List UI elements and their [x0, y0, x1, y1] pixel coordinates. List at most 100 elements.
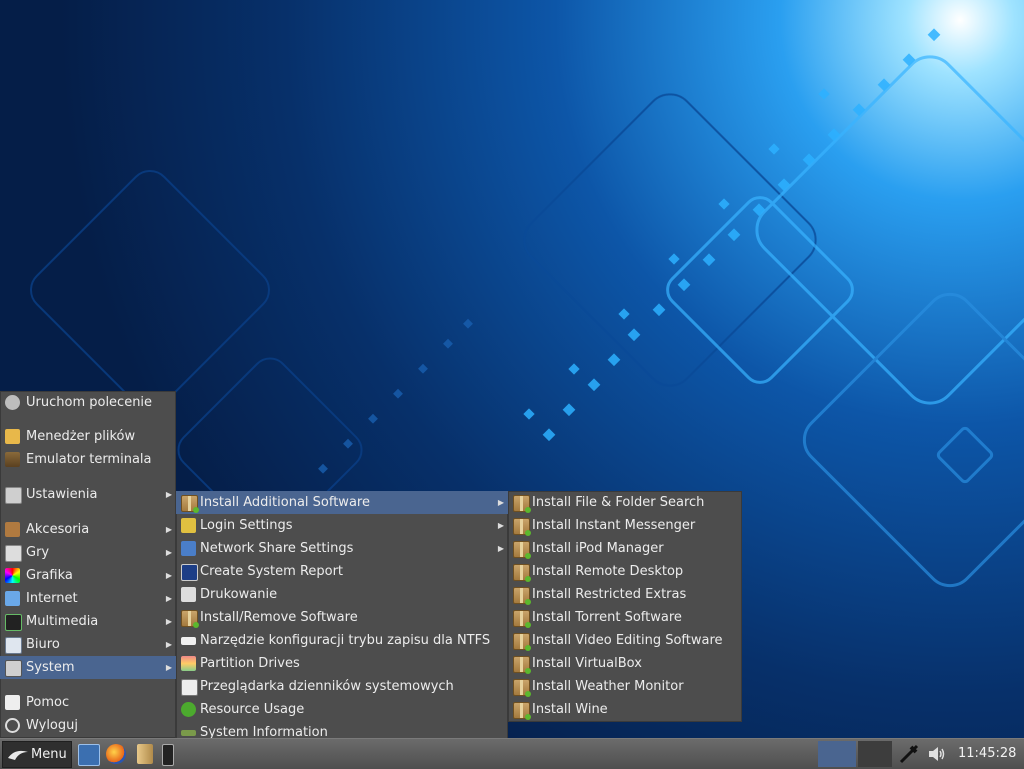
- submenu-arrow-icon: ▶: [165, 571, 172, 580]
- main-menu-item-label: Uruchom polecenie: [26, 395, 153, 410]
- system-menu-item-label: Przeglądarka dzienników systemowych: [200, 679, 454, 694]
- terminal-icon: [5, 452, 20, 467]
- main-menu-item[interactable]: System ▶: [0, 656, 176, 679]
- submenu-arrow-icon: ▶: [497, 521, 504, 530]
- system-menu-item[interactable]: Partition Drives: [176, 652, 508, 675]
- firefox-icon[interactable]: [106, 744, 126, 764]
- install-menu-item-label: Install Torrent Software: [532, 610, 682, 625]
- main-menu-item[interactable]: Ustawienia ▶: [0, 483, 176, 506]
- gear-icon: [5, 395, 20, 410]
- package-icon: [513, 518, 531, 536]
- main-menu-item[interactable]: Gry ▶: [0, 541, 176, 564]
- submenu-arrow-icon: ▶: [165, 525, 172, 534]
- main-menu-item[interactable]: Menedżer plików: [0, 425, 176, 448]
- system-menu-item-label: Drukowanie: [200, 587, 278, 602]
- install-menu-item[interactable]: Install Video Editing Software: [508, 629, 742, 652]
- install-menu-item[interactable]: Install Wine: [508, 698, 742, 721]
- install-menu-item[interactable]: Install Remote Desktop: [508, 560, 742, 583]
- main-menu-item[interactable]: Pomoc: [0, 691, 176, 714]
- printer-icon: [181, 587, 196, 602]
- submenu-arrow-icon: ▶: [165, 594, 172, 603]
- info-icon: [181, 702, 196, 717]
- submenu-arrow-icon: ▶: [165, 640, 172, 649]
- workspace-2[interactable]: [858, 741, 892, 767]
- install-menu-item[interactable]: Install File & Folder Search: [508, 491, 742, 514]
- install-menu-item[interactable]: Install Torrent Software: [508, 606, 742, 629]
- volume-icon[interactable]: [927, 744, 947, 764]
- submenu-arrow-icon: ▶: [165, 617, 172, 626]
- install-menu-item-label: Install Weather Monitor: [532, 679, 684, 694]
- system-menu-item[interactable]: Resource Usage: [176, 698, 508, 721]
- install-menu-item[interactable]: Install Restricted Extras: [508, 583, 742, 606]
- graphics-icon: [5, 568, 20, 583]
- main-menu-item[interactable]: Multimedia ▶: [0, 610, 176, 633]
- package-icon: [513, 587, 531, 605]
- system-menu-item-label: Resource Usage: [200, 702, 305, 717]
- menu-logo-icon: [8, 750, 28, 760]
- main-menu-item[interactable]: Grafika ▶: [0, 564, 176, 587]
- main-menu-item-label: Gry: [26, 545, 50, 560]
- main-menu-item[interactable]: Uruchom polecenie: [0, 391, 176, 414]
- show-desktop-icon[interactable]: [78, 744, 100, 766]
- package-icon: [513, 679, 531, 697]
- help-icon: [5, 695, 20, 710]
- files-icon[interactable]: [137, 744, 153, 764]
- main-menu-item[interactable]: Biuro ▶: [0, 633, 176, 656]
- monitor-icon: [181, 564, 198, 581]
- network-icon[interactable]: [898, 743, 920, 765]
- system-menu-item[interactable]: Przeglądarka dzienników systemowych: [176, 675, 508, 698]
- system-menu-item[interactable]: Login Settings ▶: [176, 514, 508, 537]
- install-menu-item[interactable]: Install iPod Manager: [508, 537, 742, 560]
- submenu-arrow-icon: ▶: [165, 663, 172, 672]
- accessories-icon: [5, 522, 20, 537]
- system-menu-item-label: Install Additional Software: [200, 495, 370, 510]
- file-manager-icon: [5, 429, 20, 444]
- clock[interactable]: 11:45:28: [958, 739, 1016, 769]
- main-menu-item[interactable]: Wyloguj: [0, 714, 176, 737]
- main-menu-item[interactable]: Emulator terminala: [0, 448, 176, 471]
- system-menu-item[interactable]: Install Additional Software ▶: [176, 491, 508, 514]
- system-menu-item[interactable]: Install/Remove Software: [176, 606, 508, 629]
- system-icon: [5, 660, 22, 677]
- package-icon: [513, 656, 531, 674]
- install-menu-item-label: Install Instant Messenger: [532, 518, 696, 533]
- install-menu-item-label: Install Restricted Extras: [532, 587, 687, 602]
- main-menu-item-label: Emulator terminala: [26, 452, 152, 467]
- install-menu-item-label: Install File & Folder Search: [532, 495, 705, 510]
- package-icon: [513, 495, 531, 513]
- install-menu-item[interactable]: Install Instant Messenger: [508, 514, 742, 537]
- system-menu-item-label: Narzędzie konfiguracji trybu zapisu dla …: [200, 633, 491, 648]
- multimedia-icon: [5, 614, 22, 631]
- menu-button[interactable]: Menu: [2, 741, 72, 768]
- install-menu-item[interactable]: Install VirtualBox: [508, 652, 742, 675]
- submenu-arrow-icon: ▶: [497, 498, 504, 507]
- package-icon: [513, 633, 531, 651]
- package-icon: [181, 495, 199, 513]
- main-menu-item-label: Biuro: [26, 637, 60, 652]
- system-menu-item[interactable]: Network Share Settings ▶: [176, 537, 508, 560]
- install-additional-software-submenu: Install File & Folder Search Install Inst…: [508, 491, 742, 722]
- main-menu-item[interactable]: Internet ▶: [0, 587, 176, 610]
- games-icon: [5, 545, 22, 562]
- package-icon: [513, 702, 531, 720]
- install-menu-item-label: Install Remote Desktop: [532, 564, 684, 579]
- terminal-launcher-icon[interactable]: [162, 744, 174, 766]
- system-menu-item[interactable]: Narzędzie konfiguracji trybu zapisu dla …: [176, 629, 508, 652]
- main-menu-item[interactable]: Akcesoria ▶: [0, 518, 176, 541]
- internet-icon: [5, 591, 20, 606]
- workspace-1[interactable]: [818, 741, 856, 767]
- system-menu-item-label: Create System Report: [200, 564, 344, 579]
- system-menu-item[interactable]: Drukowanie: [176, 583, 508, 606]
- system-menu-item[interactable]: Create System Report: [176, 560, 508, 583]
- system-menu-item-label: Install/Remove Software: [200, 610, 358, 625]
- install-menu-item-label: Install iPod Manager: [532, 541, 664, 556]
- submenu-arrow-icon: ▶: [497, 544, 504, 553]
- system-info-icon: [181, 730, 196, 736]
- main-menu-item-label: System: [26, 660, 75, 675]
- main-menu-item-label: Ustawienia: [26, 487, 98, 502]
- logout-icon: [5, 718, 20, 733]
- package-icon: [513, 564, 531, 582]
- package-icon: [181, 610, 199, 628]
- package-icon: [513, 541, 531, 559]
- install-menu-item[interactable]: Install Weather Monitor: [508, 675, 742, 698]
